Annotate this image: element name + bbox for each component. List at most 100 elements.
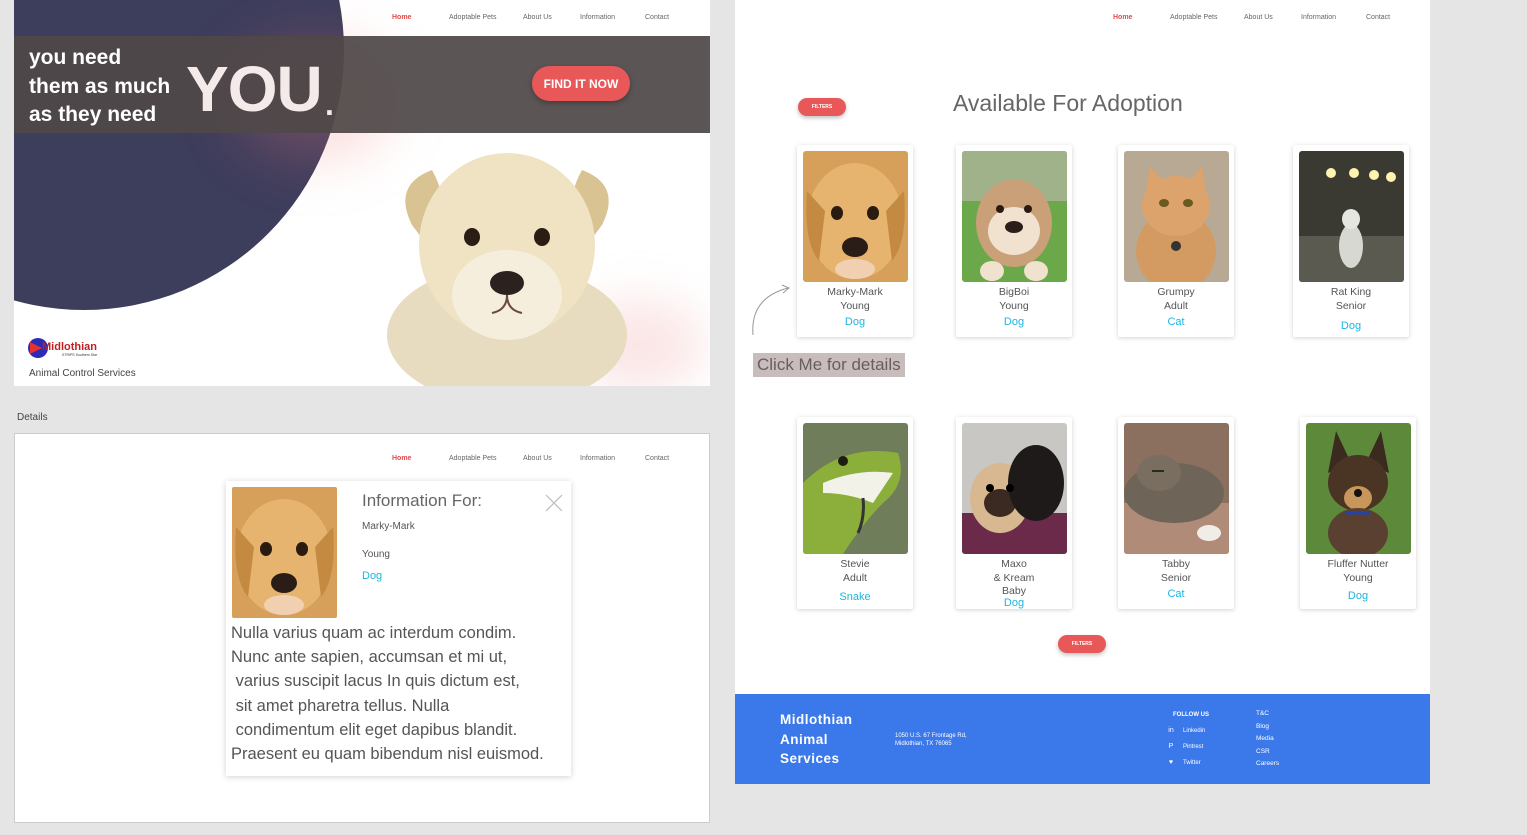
pet-name: Marky-Mark <box>362 521 415 532</box>
nav-contact[interactable]: Contact <box>645 455 669 462</box>
nav-information[interactable]: Information <box>580 14 615 21</box>
social-pinterest[interactable]: P Pintrest <box>1167 743 1204 751</box>
filters-button[interactable]: FILTERS <box>798 98 846 116</box>
pet-name: Maxo <box>1001 558 1027 570</box>
pet-age: Young <box>999 300 1029 312</box>
footer-link-blog[interactable]: Blog <box>1256 721 1279 734</box>
top-nav: Home Adoptable Pets About Us Information… <box>735 14 1430 30</box>
nav-contact[interactable]: Contact <box>645 14 669 21</box>
hero-puppy-image <box>387 153 627 386</box>
twitter-icon: ♥ <box>1168 759 1174 766</box>
hero-you-dot: . <box>325 86 334 122</box>
footer-links: T&C Blog Media CSR Careers <box>1256 708 1279 771</box>
hint-arrow-icon <box>752 284 790 336</box>
nav-home[interactable]: Home <box>1113 14 1132 21</box>
social-label: Linkedin <box>1183 728 1206 734</box>
service-name: Animal Control Services <box>29 368 136 379</box>
pet-card[interactable]: Rat King Senior Dog <box>1293 145 1409 337</box>
pet-info-modal: Information For: Marky-Mark Young Dog Nu… <box>226 481 571 776</box>
pet-age: Adult <box>1164 300 1188 312</box>
nav-adoptable-pets[interactable]: Adoptable Pets <box>449 455 496 462</box>
pet-photo <box>803 151 908 282</box>
details-artboard-label: Details <box>17 412 48 423</box>
hero-you-text: YOU <box>186 53 323 125</box>
nav-adoptable-pets[interactable]: Adoptable Pets <box>449 14 496 21</box>
nav-about-us[interactable]: About Us <box>523 14 552 21</box>
pinterest-icon: P <box>1168 743 1174 750</box>
pet-type[interactable]: Dog <box>956 597 1072 609</box>
pet-type[interactable]: Dog <box>1293 320 1409 332</box>
pet-name: Stevie <box>840 558 870 570</box>
page-title: Available For Adoption <box>953 90 1183 116</box>
pet-photo <box>1299 151 1404 282</box>
pet-name: Grumpy <box>1157 286 1195 298</box>
pet-name: Marky-Mark <box>827 286 883 298</box>
pet-name: Tabby <box>1161 558 1191 570</box>
nav-home[interactable]: Home <box>392 14 411 21</box>
pet-name: Rat King <box>1330 286 1372 298</box>
footer-brand-line: Services <box>780 751 840 767</box>
pet-card[interactable]: Marky-Mark Young Dog <box>797 145 913 337</box>
linkedin-icon: in <box>1168 727 1174 734</box>
pet-photo <box>803 423 908 554</box>
nav-information[interactable]: Information <box>580 455 615 462</box>
tagline-line: as they need <box>29 103 157 126</box>
pet-photo <box>232 487 337 618</box>
pet-type[interactable]: Dog <box>956 316 1072 328</box>
pet-card[interactable]: BigBoi Young Dog <box>956 145 1072 337</box>
pet-age: Senior <box>1335 300 1367 312</box>
filters-button[interactable]: FILTERS <box>1058 635 1106 653</box>
pet-stage: Baby <box>1002 585 1026 597</box>
footer-brand-line: Midlothian <box>780 712 853 727</box>
address-line: Midlothian, TX 76065 <box>895 741 952 747</box>
pet-name: Fluffer Nutter <box>1327 558 1389 570</box>
nav-about-us[interactable]: About Us <box>523 455 552 462</box>
pet-card[interactable]: Maxo & Kream Baby Dog <box>956 417 1072 609</box>
find-it-now-button[interactable]: FIND IT NOW <box>532 66 630 101</box>
midlothian-logo: Midlothian STRIPS Southern Star <box>28 338 98 358</box>
pet-age: Young <box>1343 572 1373 584</box>
home-artboard: Home Adoptable Pets About Us Information… <box>14 0 710 386</box>
footer-link-careers[interactable]: Careers <box>1256 758 1279 771</box>
social-linkedin[interactable]: in Linkedin <box>1167 727 1205 735</box>
nav-about-us[interactable]: About Us <box>1244 14 1273 21</box>
hero-tagline: you need them as much as they need <box>29 44 170 130</box>
nav-home[interactable]: Home <box>392 455 411 462</box>
pet-type[interactable]: Cat <box>1118 588 1234 600</box>
pet-age: Senior <box>1160 572 1192 584</box>
footer-brand-line: Animal <box>780 731 829 747</box>
footer-link-media[interactable]: Media <box>1256 733 1279 746</box>
pet-card[interactable]: Grumpy Adult Cat <box>1118 145 1234 337</box>
pet-card[interactable]: Fluffer Nutter Young Dog <box>1300 417 1416 609</box>
footer: Midlothian Animal Services 1050 U.S. 67 … <box>735 694 1430 784</box>
close-icon[interactable] <box>544 493 564 513</box>
pet-photo <box>1306 423 1411 554</box>
footer-link-csr[interactable]: CSR <box>1256 746 1279 759</box>
pet-type[interactable]: Dog <box>797 316 913 328</box>
social-label: Twitter <box>1183 760 1201 766</box>
pet-type[interactable]: Cat <box>1118 316 1234 328</box>
pet-photo <box>1124 423 1229 554</box>
adoption-artboard: Home Adoptable Pets About Us Information… <box>735 0 1430 784</box>
pet-card[interactable]: Stevie Adult Snake <box>797 417 913 609</box>
pet-age: Adult <box>843 572 867 584</box>
pet-type[interactable]: Dog <box>1300 590 1416 602</box>
top-nav: Home Adoptable Pets About Us Information… <box>15 455 709 471</box>
pet-type[interactable]: Snake <box>797 591 913 603</box>
pet-age: Young <box>362 549 390 560</box>
pet-name: BigBoi <box>998 286 1030 298</box>
nav-information[interactable]: Information <box>1301 14 1336 21</box>
pet-photo <box>1124 151 1229 282</box>
details-artboard: Home Adoptable Pets About Us Information… <box>14 433 710 823</box>
pet-description: Nulla varius quam ac interdum condim. Nu… <box>231 624 544 764</box>
nav-adoptable-pets[interactable]: Adoptable Pets <box>1170 14 1217 21</box>
footer-brand: Midlothian Animal Services <box>780 710 853 769</box>
pet-card[interactable]: Tabby Senior Cat <box>1118 417 1234 609</box>
tagline-line: you need <box>29 46 122 69</box>
nav-contact[interactable]: Contact <box>1366 14 1390 21</box>
logo-text: Midlothian <box>42 341 97 353</box>
social-twitter[interactable]: ♥ Twitter <box>1167 759 1201 767</box>
pet-type[interactable]: Dog <box>362 570 382 582</box>
footer-link-tc[interactable]: T&C <box>1256 708 1279 721</box>
click-for-details-hint: Click Me for details <box>753 353 905 377</box>
